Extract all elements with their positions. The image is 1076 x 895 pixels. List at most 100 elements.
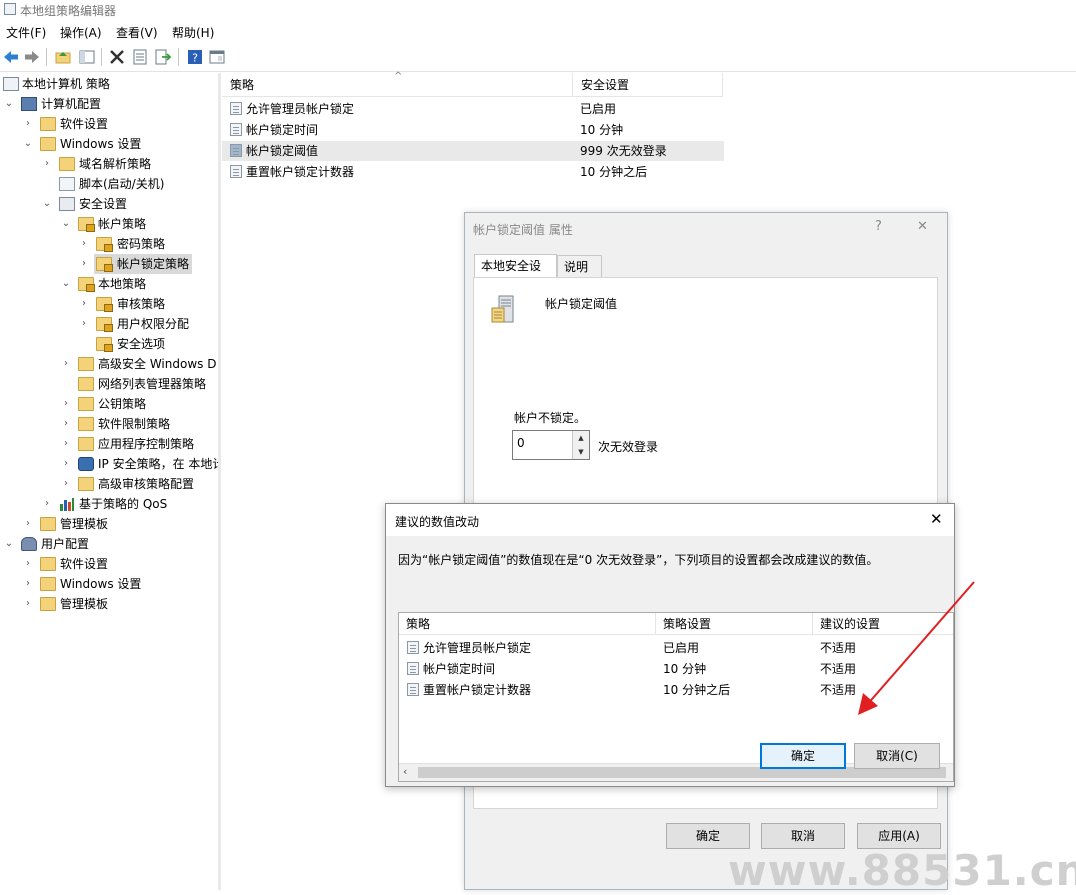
policy-name: 重置帐户锁定计数器 xyxy=(423,683,532,697)
tree-item-user-admin-templates[interactable]: › 管理模板 xyxy=(0,594,218,614)
tree-item-local-policies[interactable]: ⌄ 本地策略 xyxy=(0,274,218,294)
policy-name: 重置帐户锁定计数器 xyxy=(246,165,355,179)
chevron-right-icon[interactable]: › xyxy=(22,514,34,534)
list-row[interactable]: 帐户锁定时间 10 分钟 xyxy=(222,120,724,140)
tab-explain[interactable]: 说明 xyxy=(557,255,602,277)
tree-item-app-control[interactable]: › 应用程序控制策略 xyxy=(0,434,218,454)
column-header-policy-setting[interactable]: 策略设置 xyxy=(656,613,813,635)
tree-item-advanced-firewall[interactable]: › 高级安全 Windows D xyxy=(0,354,218,374)
list-row[interactable]: 重置帐户锁定计数器 10 分钟之后 xyxy=(222,162,724,182)
policy-name: 允许管理员帐户锁定 xyxy=(423,641,532,655)
suggest-cancel-button[interactable]: 取消(C) xyxy=(854,743,940,769)
chevron-right-icon[interactable]: › xyxy=(41,494,53,514)
tree-item-label: 计算机配置 xyxy=(41,97,102,111)
column-header-policy[interactable]: 策略 xyxy=(399,613,656,635)
suggest-ok-button[interactable]: 确定 xyxy=(760,743,846,769)
list-row-selected[interactable]: 帐户锁定阈值 999 次无效登录 xyxy=(222,141,724,161)
close-icon[interactable]: ✕ xyxy=(930,510,943,528)
chevron-right-icon[interactable]: › xyxy=(60,454,72,474)
chevron-right-icon[interactable]: › xyxy=(60,394,72,414)
column-header-label: 策略 xyxy=(230,78,255,92)
chevron-right-icon[interactable]: › xyxy=(60,414,72,434)
tree-item-user-software-settings[interactable]: › 软件设置 xyxy=(0,554,218,574)
tree-item-scripts[interactable]: 脚本(启动/关机) xyxy=(0,174,218,194)
tree-item-account-policies[interactable]: ⌄ 帐户策略 xyxy=(0,214,218,234)
help-icon[interactable]: ? xyxy=(186,48,204,66)
chevron-right-icon[interactable]: › xyxy=(60,434,72,454)
tree-item-account-lockout-policy[interactable]: › 帐户锁定策略 xyxy=(0,254,218,274)
spin-up-icon[interactable]: ▲ xyxy=(572,431,589,446)
menu-action[interactable]: 操作(A) xyxy=(60,24,102,41)
export-icon[interactable] xyxy=(154,48,172,66)
computer-icon xyxy=(21,97,37,111)
chevron-right-icon[interactable]: › xyxy=(60,354,72,374)
chevron-down-icon[interactable]: ⌄ xyxy=(60,214,72,234)
policy-setting: 999 次无效登录 xyxy=(580,144,667,158)
tree-item-software-restriction[interactable]: › 软件限制策略 xyxy=(0,414,218,434)
folder-icon xyxy=(78,417,94,431)
tree-item-user-config[interactable]: ⌄ 用户配置 xyxy=(0,534,218,554)
tab-local-security-setting[interactable]: 本地安全设置 xyxy=(474,254,557,295)
up-folder-icon[interactable] xyxy=(54,48,72,66)
console-icon[interactable] xyxy=(208,48,226,66)
help-button[interactable]: ? xyxy=(875,219,882,234)
policy-icon xyxy=(230,102,242,115)
chevron-down-icon[interactable]: ⌄ xyxy=(22,134,34,154)
chevron-down-icon[interactable]: ⌄ xyxy=(3,534,15,554)
tree-item-network-list[interactable]: 网络列表管理器策略 xyxy=(0,374,218,394)
properties-icon[interactable] xyxy=(131,48,149,66)
scroll-left-icon[interactable]: ‹ xyxy=(403,765,407,778)
forward-icon[interactable] xyxy=(23,48,41,66)
chevron-right-icon[interactable]: › xyxy=(78,294,90,314)
tree-item-software-settings[interactable]: › 软件设置 xyxy=(0,114,218,134)
chevron-down-icon[interactable]: ⌄ xyxy=(41,194,53,214)
tree-item-local-computer-policy[interactable]: 本地计算机 策略 xyxy=(0,74,218,94)
chevron-right-icon[interactable]: › xyxy=(22,554,34,574)
chevron-right-icon[interactable]: › xyxy=(78,234,90,254)
tree-item-audit-policy[interactable]: › 审核策略 xyxy=(0,294,218,314)
policy-icon xyxy=(230,144,242,157)
column-header-label: 安全设置 xyxy=(581,78,630,92)
menu-help[interactable]: 帮助(H) xyxy=(172,24,214,41)
chevron-right-icon[interactable]: › xyxy=(22,574,34,594)
tree-item-qos[interactable]: › 基于策略的 QoS xyxy=(0,494,218,514)
chevron-right-icon[interactable]: › xyxy=(22,594,34,614)
tree-item-admin-templates[interactable]: › 管理模板 xyxy=(0,514,218,534)
tree-item-user-windows-settings[interactable]: › Windows 设置 xyxy=(0,574,218,594)
tree-item-label: 本地策略 xyxy=(98,277,147,291)
tree-item-security-settings[interactable]: ⌄ 安全设置 xyxy=(0,194,218,214)
tree-item-ip-security[interactable]: › IP 安全策略，在 本地计 xyxy=(0,454,218,474)
back-icon[interactable] xyxy=(2,48,20,66)
tree-item-user-rights[interactable]: › 用户权限分配 xyxy=(0,314,218,334)
spin-down-icon[interactable]: ▼ xyxy=(572,445,589,459)
tree-item-computer-config[interactable]: ⌄ 计算机配置 xyxy=(0,94,218,114)
tree-item-security-options[interactable]: 安全选项 xyxy=(0,334,218,354)
threshold-spinner[interactable]: 0 ▲ ▼ xyxy=(512,430,590,460)
chevron-right-icon[interactable]: › xyxy=(78,314,90,334)
tree-item-windows-settings[interactable]: ⌄ Windows 设置 xyxy=(0,134,218,154)
chevron-right-icon[interactable]: › xyxy=(60,474,72,494)
tree-item-advanced-audit[interactable]: › 高级审核策略配置 xyxy=(0,474,218,494)
tree-item-label: 管理模板 xyxy=(60,597,109,611)
tree-splitter[interactable] xyxy=(218,73,221,890)
delete-icon[interactable] xyxy=(108,48,126,66)
tree-item-password-policy[interactable]: › 密码策略 xyxy=(0,234,218,254)
chevron-right-icon[interactable]: › xyxy=(78,254,90,274)
policy-setting: 10 分钟之后 xyxy=(580,165,648,179)
chevron-down-icon[interactable]: ⌄ xyxy=(60,274,72,294)
column-header-security-setting[interactable]: 安全设置 xyxy=(573,73,723,97)
chevron-right-icon[interactable]: › xyxy=(22,114,34,134)
button-label: 确定 xyxy=(790,749,815,763)
show-tree-icon[interactable] xyxy=(78,48,96,66)
chevron-down-icon[interactable]: ⌄ xyxy=(3,94,15,114)
toolbar-separator xyxy=(178,48,179,66)
chevron-right-icon[interactable]: › xyxy=(41,154,53,174)
menu-file[interactable]: 文件(F) xyxy=(6,24,46,41)
close-icon[interactable]: ✕ xyxy=(917,219,928,234)
list-row[interactable]: 允许管理员帐户锁定 已启用 xyxy=(222,99,724,119)
menu-view[interactable]: 查看(V) xyxy=(116,24,158,41)
server-icon xyxy=(490,294,518,324)
tree-item-name-resolution-policy[interactable]: › 域名解析策略 xyxy=(0,154,218,174)
column-header-policy[interactable]: 策略 ^ xyxy=(222,71,573,97)
tree-item-public-key[interactable]: › 公钥策略 xyxy=(0,394,218,414)
